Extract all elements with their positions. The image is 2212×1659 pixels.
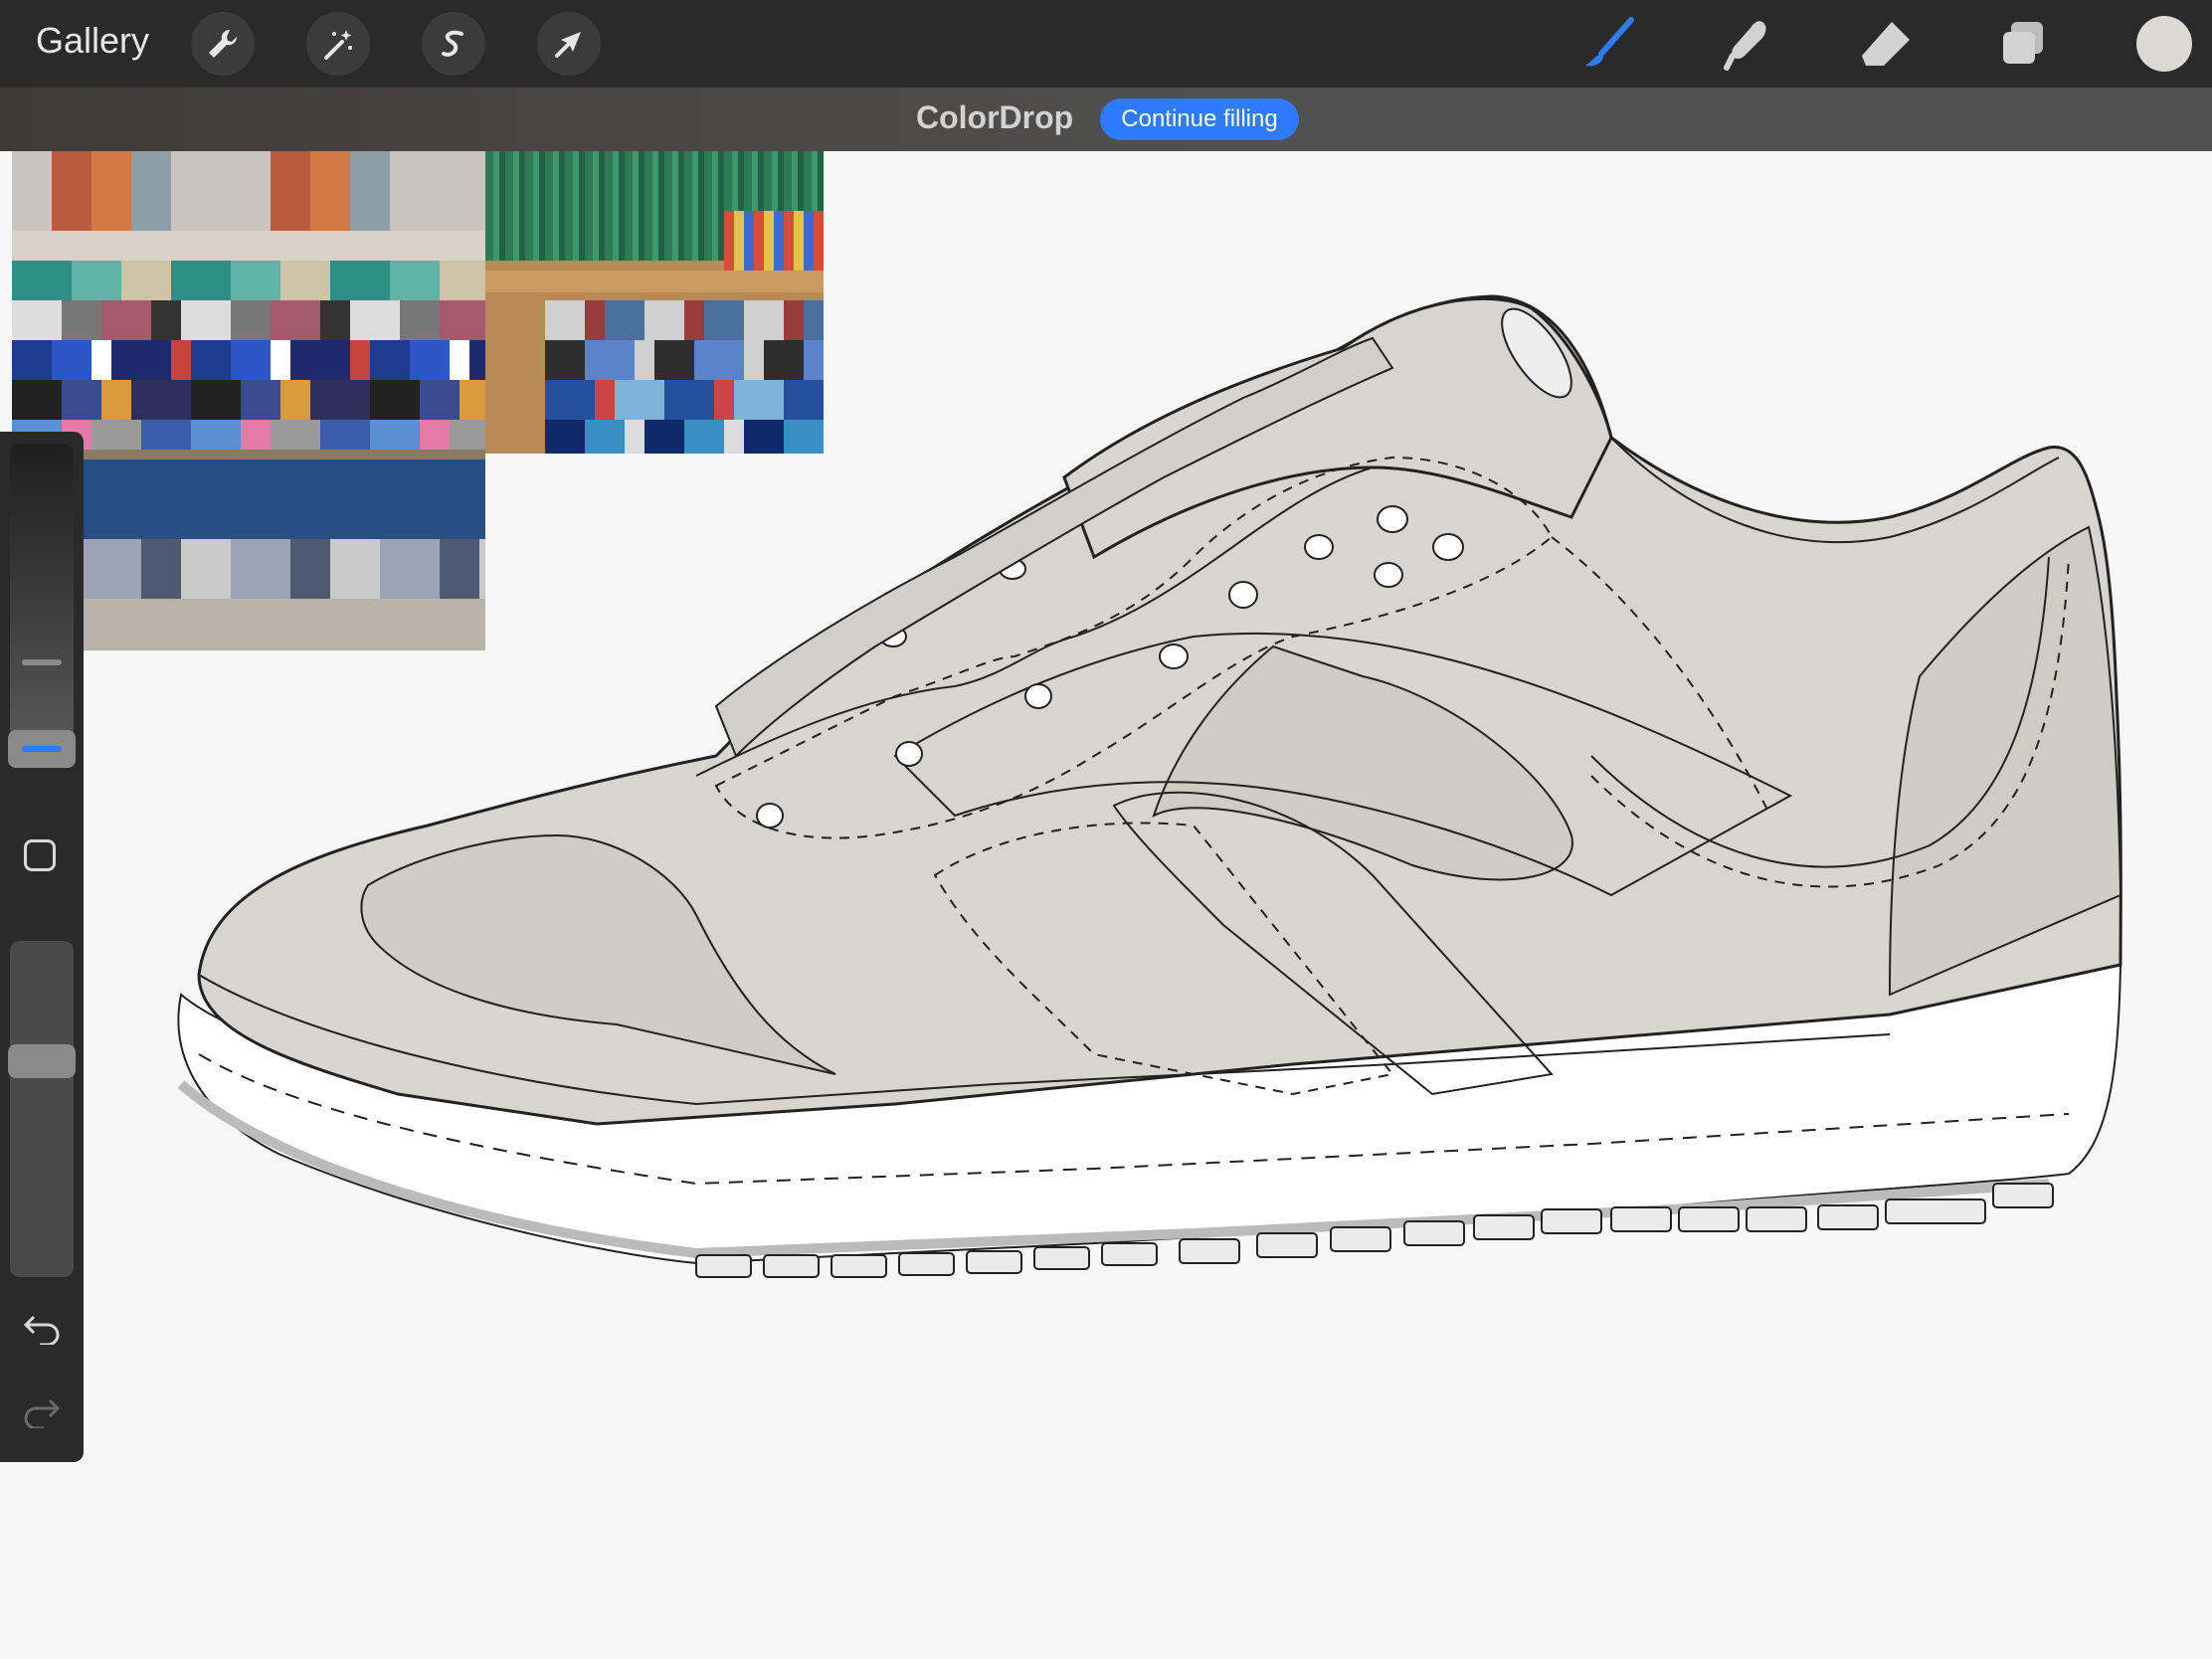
brush-size-slider[interactable] — [10, 444, 74, 768]
magic-wand-icon[interactable] — [306, 12, 370, 76]
gallery-button[interactable]: Gallery — [36, 20, 149, 62]
notification-title: ColorDrop — [916, 99, 1074, 135]
opacity-handle[interactable] — [8, 1044, 76, 1078]
smudge-icon[interactable] — [1715, 12, 1778, 76]
wrench-icon[interactable] — [191, 12, 255, 76]
brush-size-handle[interactable] — [8, 730, 76, 768]
modify-square-icon[interactable] — [24, 839, 56, 871]
transform-arrow-icon[interactable] — [537, 12, 601, 76]
brush-icon[interactable] — [1577, 12, 1641, 76]
continue-filling-button[interactable]: Continue filling — [1100, 98, 1299, 140]
layers-icon[interactable] — [1991, 12, 2055, 76]
selection-s-icon[interactable] — [422, 12, 485, 76]
reference-photo-2[interactable] — [485, 151, 824, 454]
undo-icon[interactable] — [22, 1309, 62, 1350]
redo-icon[interactable] — [22, 1392, 62, 1433]
eraser-icon[interactable] — [1854, 12, 1918, 76]
color-swatch[interactable] — [2136, 16, 2192, 72]
brush-size-marker — [22, 659, 62, 665]
opacity-slider[interactable] — [10, 941, 74, 1277]
